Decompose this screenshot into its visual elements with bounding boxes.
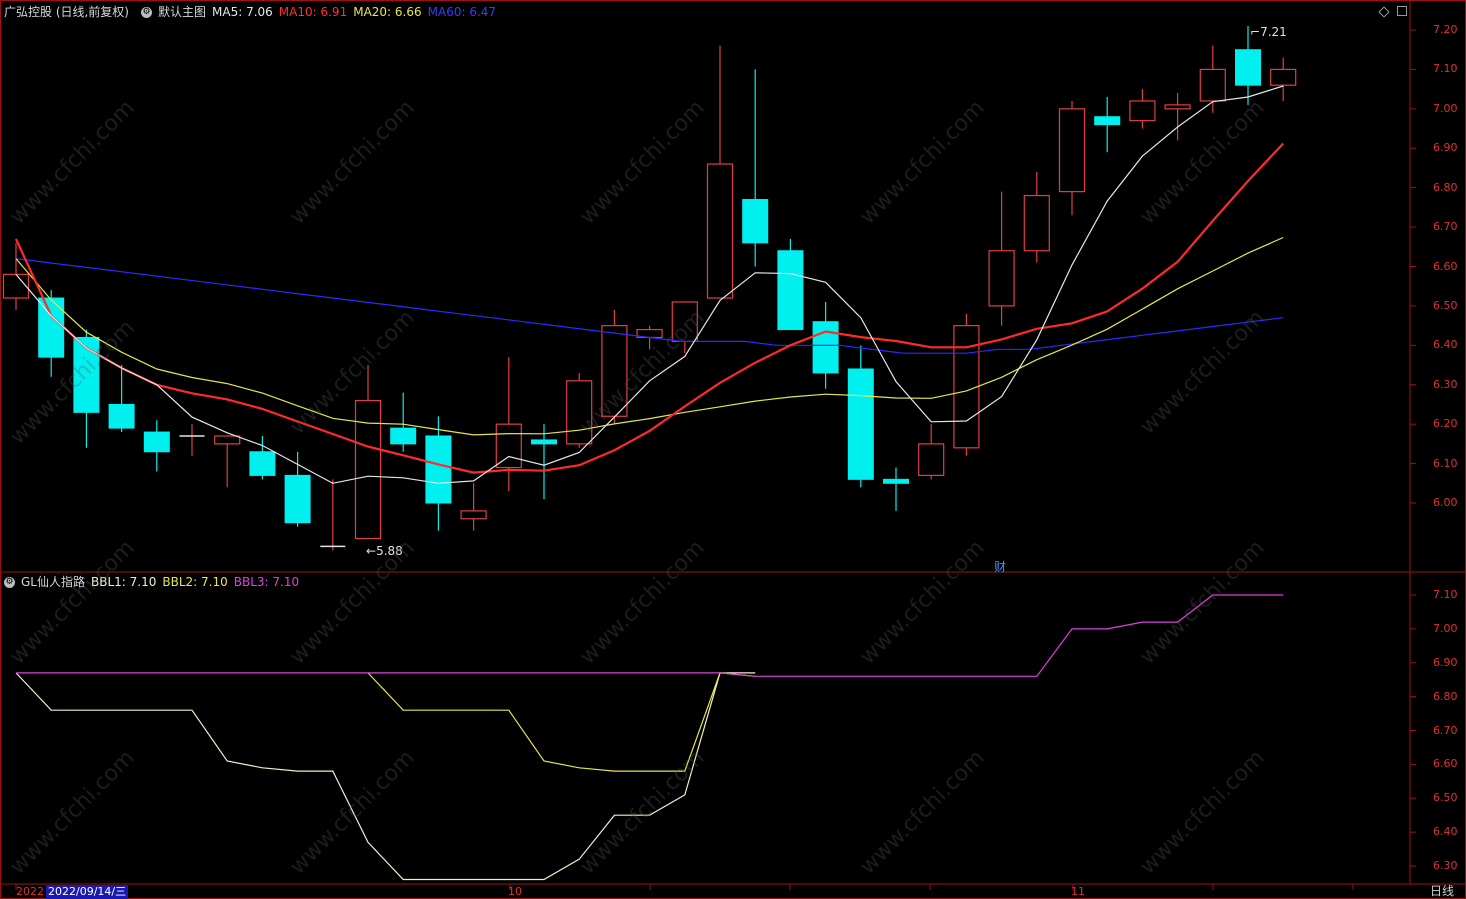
sub-axis-label: 6.60 (1433, 757, 1458, 771)
candle-body-up (1199, 68, 1226, 102)
main-axis-label: 6.40 (1433, 338, 1458, 352)
indicator-name[interactable]: GL仙人指路 (21, 575, 85, 589)
candle-body-down (1094, 116, 1121, 126)
footer-year: 2022 (16, 885, 44, 898)
candle-body-up (918, 443, 945, 477)
cursor-date: 2022/09/14/三 (46, 885, 129, 899)
candle-body-up (706, 163, 734, 299)
candle-body-down (143, 431, 170, 453)
main-axis-label: 6.80 (1433, 180, 1458, 194)
main-axis-label: 6.10 (1433, 456, 1458, 470)
main-axis-label: 6.00 (1433, 496, 1458, 509)
candle-body-up (2, 273, 30, 299)
candle-body-down (847, 368, 874, 480)
candle-body-up (1129, 100, 1156, 122)
outer-frame (0, 0, 1466, 899)
sub-axis-label: 7.10 (1433, 588, 1458, 601)
ma20-value: MA20: 6.66 (353, 5, 422, 19)
candle-body-down (108, 403, 135, 429)
kline-chart[interactable] (0, 0, 1466, 899)
main-axis-label: 6.70 (1433, 220, 1458, 234)
maximize-icon[interactable] (1397, 6, 1407, 16)
main-axis-label: 7.10 (1433, 62, 1458, 76)
main-axis-label: 7.20 (1433, 23, 1458, 36)
ma10-value: MA10: 6.91 (278, 5, 348, 19)
month-label-10: 10 (508, 885, 522, 898)
bbl2-line (367, 672, 756, 772)
candle-body-up (953, 325, 980, 449)
main-axis-label: 6.90 (1433, 141, 1458, 155)
candle-body-down (249, 451, 276, 476)
candle-body-up (988, 250, 1015, 307)
bbl2-value: BBL2: 7.10 (162, 575, 228, 589)
ma60-value: MA60: 6.47 (427, 5, 497, 19)
ma5-value: MA5: 7.06 (212, 5, 273, 19)
high-price-label: ⌐7.21 (1250, 25, 1287, 39)
month-label-11: 11 (1071, 885, 1085, 898)
main-chart-header: 广弘控股 (日线,前复权) ⚙ 默认主图 MA5: 7.06 MA10: 6.91 MA2… (4, 4, 502, 20)
candle-body-down (883, 478, 909, 484)
bbl1-line (15, 672, 756, 881)
period-tab-daily[interactable]: 日线 (1418, 884, 1466, 899)
candle-body-up (495, 423, 522, 469)
candle-body-up (1270, 68, 1297, 86)
indicator-settings-icon[interactable]: ⚙ (4, 577, 15, 588)
sub-axis-label: 6.50 (1433, 791, 1458, 805)
settings-gear-icon[interactable]: ⚙ (141, 7, 152, 18)
candle-body-down (742, 198, 769, 244)
candle-body-up (671, 301, 698, 342)
main-axis-label: 6.50 (1433, 298, 1458, 312)
candle-body-up (1023, 194, 1050, 252)
candle-body-up (354, 399, 382, 540)
candle-body-down (425, 435, 452, 504)
bbl3-value: BBL3: 7.10 (233, 575, 300, 589)
candle-body-down (284, 474, 311, 524)
candle-body-down (1235, 49, 1261, 86)
candle-body-up (1058, 108, 1086, 193)
candle-body-down (38, 297, 65, 358)
candle-body-up (214, 435, 241, 445)
financial-report-marker[interactable]: 财 (994, 558, 1006, 575)
sub-axis-label: 7.00 (1433, 621, 1458, 635)
sub-axis-label: 6.40 (1433, 825, 1458, 839)
candle-body-up (1164, 104, 1191, 110)
main-axis-label: 6.60 (1433, 259, 1458, 273)
bbl1-value: BBL1: 7.10 (91, 575, 157, 589)
main-axis-label: 6.30 (1433, 377, 1458, 391)
low-price-label: ←5.88 (366, 544, 403, 558)
main-axis-label: 6.20 (1433, 417, 1458, 431)
template-name[interactable]: 默认主图 (158, 5, 206, 19)
sub-axis-label: 6.90 (1433, 655, 1458, 669)
ma5-line (15, 85, 1284, 484)
candle-body-down (812, 321, 839, 374)
candle-body-down (777, 250, 804, 331)
sub-axis-label: 6.70 (1433, 723, 1458, 737)
candle-body-down (531, 439, 557, 445)
candle-body-down (390, 427, 417, 445)
main-axis-label: 7.00 (1433, 101, 1458, 115)
bbl3-line (16, 594, 1284, 677)
candle-body-up (460, 510, 487, 520)
candle-body-up (601, 325, 628, 417)
sub-axis-label: 6.80 (1433, 689, 1458, 703)
sub-chart-header: ⚙ GL仙人指路 BBL1: 7.10 BBL2: 7.10 BBL3: 7.10 (4, 574, 305, 590)
candle-body-up (566, 380, 593, 445)
stock-name[interactable]: 广弘控股 (日线,前复权) (4, 5, 129, 19)
sub-axis-label: 6.30 (1433, 859, 1458, 872)
